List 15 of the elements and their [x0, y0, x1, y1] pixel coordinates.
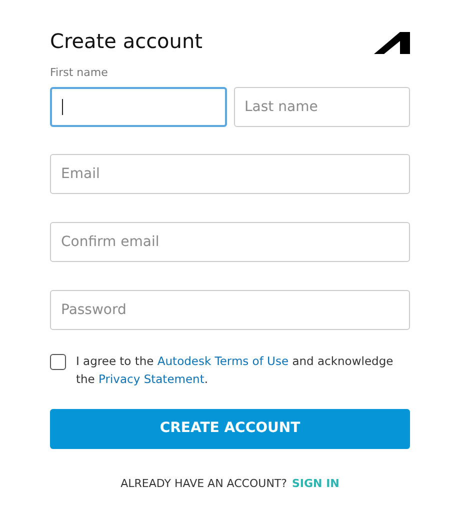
agreement-link[interactable]: Privacy Statement: [98, 372, 204, 386]
input-field[interactable]: Email: [50, 154, 410, 194]
input-field[interactable]: [50, 86, 226, 126]
agreement-link[interactable]: Autodesk Terms of Use: [157, 354, 289, 368]
checkbox[interactable]: [50, 354, 66, 370]
text-cursor-icon: [62, 98, 63, 114]
field-label: First name: [50, 65, 109, 81]
agreement-text: I agree to the Autodesk Terms of Use and acknowledge the Privacy Statement.: [76, 352, 394, 388]
form-title: Create account: [50, 28, 202, 55]
create-account-button[interactable]: CREATE ACCOUNT: [50, 408, 410, 448]
input-field[interactable]: Password: [50, 290, 410, 330]
footer-text: ALREADY HAVE AN ACCOUNT?: [120, 476, 287, 492]
logo-icon: [374, 32, 410, 54]
input-field[interactable]: Last name: [234, 86, 410, 126]
input-field[interactable]: Confirm email: [50, 222, 410, 262]
